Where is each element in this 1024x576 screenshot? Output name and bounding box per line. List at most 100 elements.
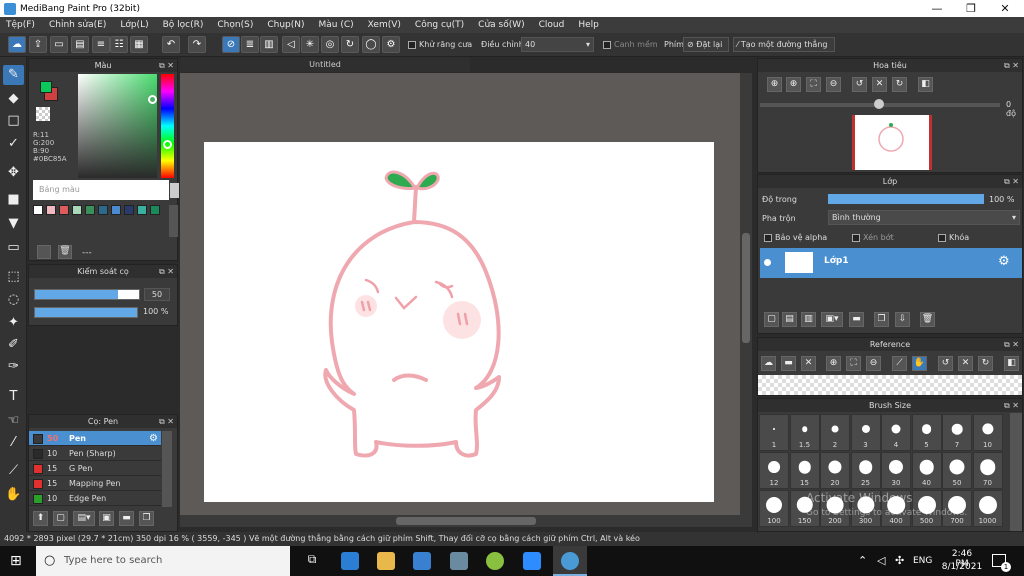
close-icon[interactable]: ⧉ ✕	[1004, 338, 1019, 351]
brush-size-cell[interactable]: 3	[850, 414, 881, 451]
saturation-value-picker[interactable]	[78, 74, 157, 178]
hue-handle[interactable]	[163, 140, 172, 149]
navigator-preview[interactable]	[852, 115, 932, 170]
network-icon[interactable]: ✣	[895, 554, 904, 567]
menu-help[interactable]: Help	[578, 20, 599, 30]
brush-size-cell[interactable]: 30	[881, 452, 911, 489]
snap-curve-icon[interactable]: ↻	[341, 36, 359, 53]
brush-size-cell[interactable]: 100	[759, 490, 789, 527]
flip-icon[interactable]: ◧	[1004, 356, 1019, 371]
transparent-color-swatch[interactable]	[36, 107, 50, 121]
brush-opacity-slider[interactable]	[34, 307, 138, 318]
brush-size-cell[interactable]: 15	[789, 452, 820, 489]
palette-swatch[interactable]	[124, 205, 134, 215]
horizontal-scroll-thumb[interactable]	[396, 517, 536, 525]
reset-view-icon[interactable]: ✕	[872, 77, 887, 92]
list-icon[interactable]: ≡	[92, 36, 110, 53]
task-view-icon[interactable]: ⧉	[303, 552, 321, 570]
brush-size-cell[interactable]: 12	[759, 452, 789, 489]
open-file-icon[interactable]: ▬	[781, 356, 796, 371]
palette-swatch[interactable]	[59, 205, 69, 215]
palette-swatch[interactable]	[150, 205, 160, 215]
brush-size-cell[interactable]: 1	[759, 414, 789, 451]
brush-size-value[interactable]: 50	[144, 288, 170, 301]
snap-ellipse-icon[interactable]: ◯	[362, 36, 380, 53]
undo-icon[interactable]: ↶	[162, 36, 180, 53]
move-tool-icon[interactable]: ✥	[3, 163, 24, 183]
hand-icon[interactable]: ✋	[912, 356, 927, 371]
color-picker-handle[interactable]	[148, 95, 157, 104]
horizontal-scrollbar[interactable]	[180, 515, 752, 527]
brush-size-cell[interactable]: 5	[911, 414, 942, 451]
merge-down-icon[interactable]: ⇩	[895, 312, 910, 327]
snap-cross-icon[interactable]: ▥	[260, 36, 278, 53]
palette-swatch[interactable]	[33, 205, 43, 215]
close-icon[interactable]: ⧉ ✕	[159, 265, 174, 278]
select-pen-icon[interactable]: ✐	[3, 335, 24, 355]
new-layer-icon[interactable]: ▢	[764, 312, 779, 327]
adjust-select[interactable]: 40 ▾	[521, 37, 594, 52]
maximize-button[interactable]: ❐	[954, 0, 988, 17]
menu-tools[interactable]: Công cụ(T)	[415, 20, 464, 30]
reference-image-area[interactable]	[758, 375, 1022, 395]
palette-swatch[interactable]	[137, 205, 147, 215]
brush-menu-icon[interactable]: ▤▾	[73, 511, 95, 526]
eyedropper-icon[interactable]: ⟋	[892, 356, 907, 371]
menu-color[interactable]: Màu (C)	[319, 20, 354, 30]
minimize-button[interactable]: —	[920, 0, 954, 17]
close-icon[interactable]: ⧉ ✕	[1004, 399, 1019, 412]
palette-swatch[interactable]	[98, 205, 108, 215]
brush-size-cell[interactable]: 70	[972, 452, 1003, 489]
cloud-icon[interactable]: ☁	[8, 36, 26, 53]
hand-tool-icon[interactable]: ✋	[3, 485, 24, 505]
rotate-right-icon[interactable]: ↻	[892, 77, 907, 92]
rotate-left-icon[interactable]: ↺	[938, 356, 953, 371]
vertical-scrollbar[interactable]	[740, 73, 752, 515]
add-palette-icon[interactable]	[37, 245, 51, 259]
menu-filter[interactable]: Bộ lọc(R)	[163, 20, 204, 30]
fit-icon[interactable]: ⛶	[846, 356, 861, 371]
text-tool-icon[interactable]: T	[3, 387, 24, 407]
rotate-left-icon[interactable]: ↺	[852, 77, 867, 92]
delete-palette-icon[interactable]: 🗑	[58, 245, 72, 259]
delete-layer-icon[interactable]: 🗑	[920, 312, 935, 327]
blend-mode-select[interactable]: Bình thường ▾	[828, 210, 1020, 225]
fit-icon[interactable]: ⛶	[806, 77, 821, 92]
hue-slider[interactable]	[161, 74, 174, 178]
flip-icon[interactable]: ◧	[918, 77, 933, 92]
brush-size-cell[interactable]: 25	[850, 452, 881, 489]
brush-size-cell[interactable]: 20	[820, 452, 850, 489]
brush-size-cell[interactable]: 10	[972, 414, 1003, 451]
snap-settings-icon[interactable]: ⚙	[382, 36, 400, 53]
palette-scroll[interactable]	[170, 183, 179, 198]
menu-edit[interactable]: Chỉnh sửa(E)	[49, 20, 106, 30]
add-brush-icon[interactable]: ⬆	[33, 511, 48, 526]
brush-list-scrollbar[interactable]	[162, 431, 172, 507]
brush-size-cell[interactable]: 1.5	[789, 414, 820, 451]
vertical-scroll-thumb[interactable]	[742, 233, 750, 343]
layer-folder-icon[interactable]: ▬	[849, 312, 864, 327]
rotation-handle[interactable]	[874, 99, 884, 109]
layer-opacity-slider[interactable]	[828, 194, 984, 204]
open-cloud-icon[interactable]: ☁	[761, 356, 776, 371]
antialias-checkbox[interactable]	[408, 40, 416, 49]
app-icon[interactable]	[486, 552, 504, 570]
share-icon[interactable]: ⇪	[29, 36, 47, 53]
document-tab[interactable]: Untitled	[180, 57, 470, 72]
edge-browser-icon[interactable]	[341, 552, 359, 570]
layer-row[interactable]: Lớp1 ⚙	[760, 248, 1022, 278]
comment-icon[interactable]: ▭	[50, 36, 68, 53]
line-button[interactable]: ⁄ Tạo một đường thẳng	[733, 37, 835, 52]
menu-snap[interactable]: Chụp(N)	[267, 20, 304, 30]
close-icon[interactable]: ⧉ ✕	[1004, 59, 1019, 72]
outline-icon[interactable]: ☷	[110, 36, 128, 53]
brush-size-cell[interactable]: 50	[942, 452, 972, 489]
shape-tool-icon[interactable]: □	[3, 111, 24, 131]
close-button[interactable]: ✕	[988, 0, 1022, 17]
brush-size-slider[interactable]	[34, 289, 140, 300]
brush-size-scrollbar[interactable]	[1010, 413, 1022, 531]
page-icon[interactable]: ▤	[71, 36, 89, 53]
snap-off-icon[interactable]: ⊘	[222, 36, 240, 53]
palette-swatch[interactable]	[46, 205, 56, 215]
foreground-color-swatch[interactable]	[40, 81, 52, 93]
